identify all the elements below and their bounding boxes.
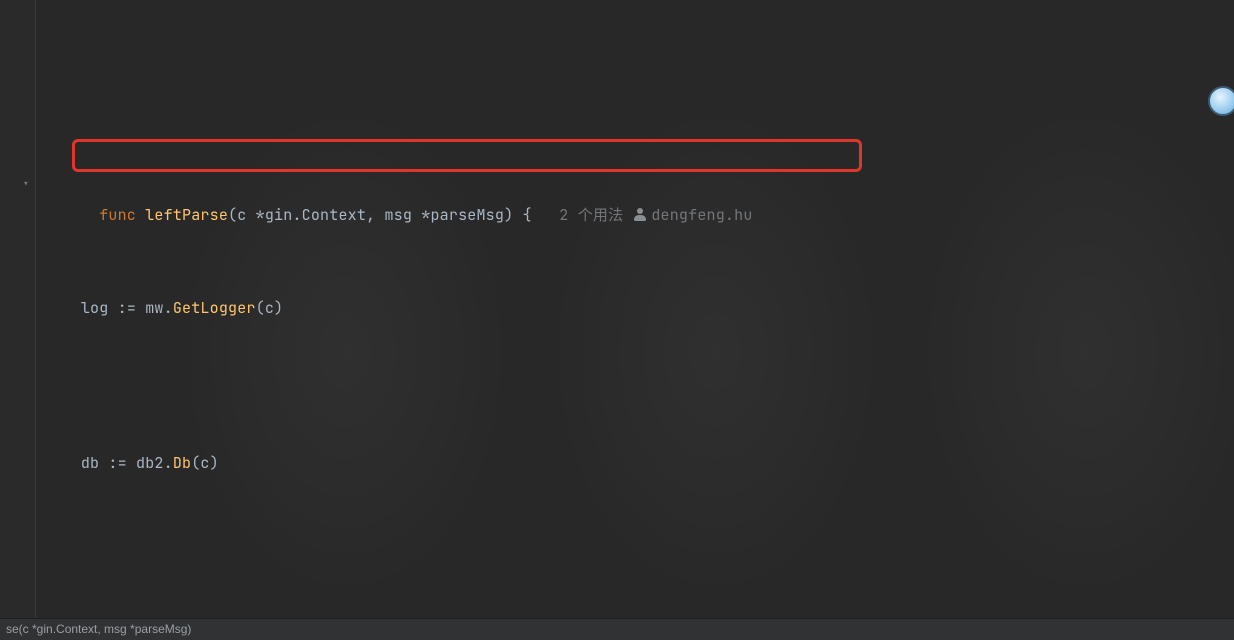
- code-editor[interactable]: func leftParse(c *gin.Context, msg *pars…: [0, 0, 1234, 640]
- breadcrumb[interactable]: se(c *gin.Context, msg *parseMsg): [0, 618, 1234, 640]
- code-line[interactable]: func leftParse(c *gin.Context, msg *pars…: [44, 138, 1234, 169]
- code-line[interactable]: db := db2.Db(c): [44, 448, 1234, 479]
- func-name: leftParse: [145, 205, 228, 225]
- collaborator-avatar[interactable]: [1208, 86, 1234, 116]
- kw-func: func: [99, 205, 136, 225]
- author-icon: [633, 207, 647, 221]
- code-block[interactable]: func leftParse(c *gin.Context, msg *pars…: [0, 14, 1234, 640]
- fold-down-icon[interactable]: [8, 169, 44, 200]
- inlay-author[interactable]: dengfeng.hu: [651, 205, 752, 225]
- breadcrumb-text: se(c *gin.Context, msg *parseMsg): [6, 622, 191, 636]
- inlay-usages[interactable]: 2 个用法: [559, 205, 623, 225]
- code-line[interactable]: log := mw.GetLogger(c): [44, 293, 1234, 324]
